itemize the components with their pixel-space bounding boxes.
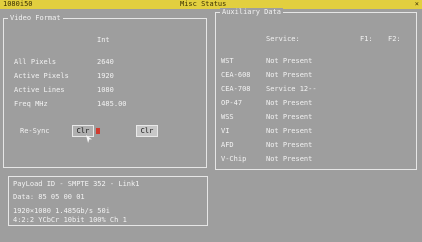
all-pixels-value: 2640 [97, 58, 114, 66]
format-type-value: Int [97, 36, 110, 44]
close-icon[interactable]: × [415, 0, 419, 9]
service-header: Service: [266, 35, 300, 43]
aux-row-status: Not Present [266, 141, 313, 149]
active-pixels-label: Active Pixels [14, 72, 69, 80]
auxiliary-data-panel: Auxiliary Data Service: F1: F2: WST Not … [215, 8, 417, 170]
aux-row-status: Not Present [266, 57, 313, 65]
aux-row-status: Not Present [266, 99, 313, 107]
aux-row-label: CEA-708 [221, 85, 251, 93]
aux-row-status: Not Present [266, 113, 313, 121]
f1-header: F1: [360, 35, 373, 43]
freq-mhz-label: Freq MHz [14, 100, 48, 108]
title-bar: 1080i50 Misc Status × [0, 0, 422, 9]
aux-row-status: Not Present [266, 71, 313, 79]
payload-format-line: 1920×1080 1.485Gb/s 50i [13, 207, 110, 215]
aux-row-label: CEA-608 [221, 71, 251, 79]
format-indicator: 1080i50 [3, 0, 33, 8]
aux-row-label: WST [221, 57, 234, 65]
video-format-panel: Video Format Int All Pixels 2640 Active … [3, 14, 207, 168]
aux-row-label: VI [221, 127, 230, 135]
aux-row-label: WSS [221, 113, 234, 121]
payload-title: PayLoad ID - SMPTE 352 - Link1 [13, 180, 140, 188]
auxiliary-data-title: Auxiliary Data [220, 8, 284, 16]
active-lines-value: 1080 [97, 86, 114, 94]
payload-id-panel: PayLoad ID - SMPTE 352 - Link1 Data: 85 … [8, 176, 208, 226]
aux-row-status: Not Present [266, 127, 313, 135]
aux-row-label: AFD [221, 141, 234, 149]
payload-sampling-line: 4:2:2 YCbCr 10bit 100% Ch 1 [13, 216, 127, 224]
all-pixels-label: All Pixels [14, 58, 57, 66]
clear-button-1[interactable]: Clr [72, 125, 94, 137]
aux-row-label: V-Chip [221, 155, 247, 163]
resync-label: Re-Sync [20, 127, 50, 135]
active-lines-label: Active Lines [14, 86, 65, 94]
resync-indicator [96, 128, 100, 134]
aux-row-label: OP-47 [221, 99, 243, 107]
active-pixels-value: 1920 [97, 72, 114, 80]
video-format-title: Video Format [8, 14, 63, 22]
freq-mhz-value: 1485.00 [97, 100, 127, 108]
aux-row-status: Service 12-- [266, 85, 317, 93]
f2-header: F2: [388, 35, 401, 43]
clear-button-2[interactable]: Clr [136, 125, 158, 137]
payload-data: Data: 85 05 00 01 [13, 193, 85, 201]
aux-row-status: Not Present [266, 155, 313, 163]
